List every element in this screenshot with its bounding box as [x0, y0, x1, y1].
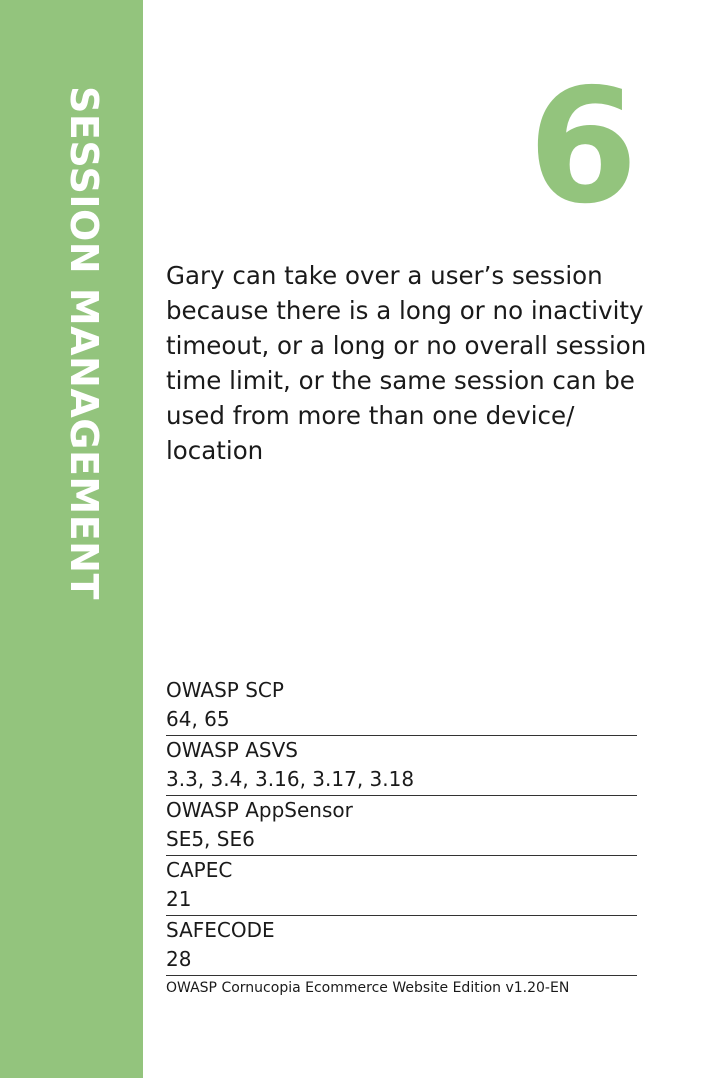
reference-value: 3.3, 3.4, 3.16, 3.17, 3.18	[166, 767, 415, 791]
reference-owasp-asvs: OWASP ASVS 3.3, 3.4, 3.16, 3.17, 3.18	[166, 736, 637, 796]
reference-label: CAPEC	[166, 858, 233, 882]
reference-value: 28	[166, 947, 192, 971]
reference-label: OWASP ASVS	[166, 738, 298, 762]
reference-owasp-appsensor: OWASP AppSensor SE5, SE6	[166, 796, 637, 856]
reference-label: SAFECODE	[166, 918, 275, 942]
reference-label: OWASP AppSensor	[166, 798, 353, 822]
reference-safecode: SAFECODE 28	[166, 916, 637, 976]
reference-value: SE5, SE6	[166, 827, 255, 851]
category-sidebar: SESSION MANAGEMENT	[0, 0, 143, 1078]
reference-value: 64, 65	[166, 707, 230, 731]
edition-footer: OWASP Cornucopia Ecommerce Website Editi…	[166, 980, 570, 996]
category-title: SESSION MANAGEMENT	[62, 86, 106, 600]
card-description: Gary can take over a user’s session beca…	[166, 261, 647, 465]
card-number: 6	[528, 55, 638, 239]
reference-label: OWASP SCP	[166, 678, 284, 702]
reference-owasp-scp: OWASP SCP 64, 65	[166, 676, 637, 736]
reference-capec: CAPEC 21	[166, 856, 637, 916]
reference-value: 21	[166, 887, 192, 911]
references-list: OWASP SCP 64, 65 OWASP ASVS 3.3, 3.4, 3.…	[166, 676, 637, 976]
